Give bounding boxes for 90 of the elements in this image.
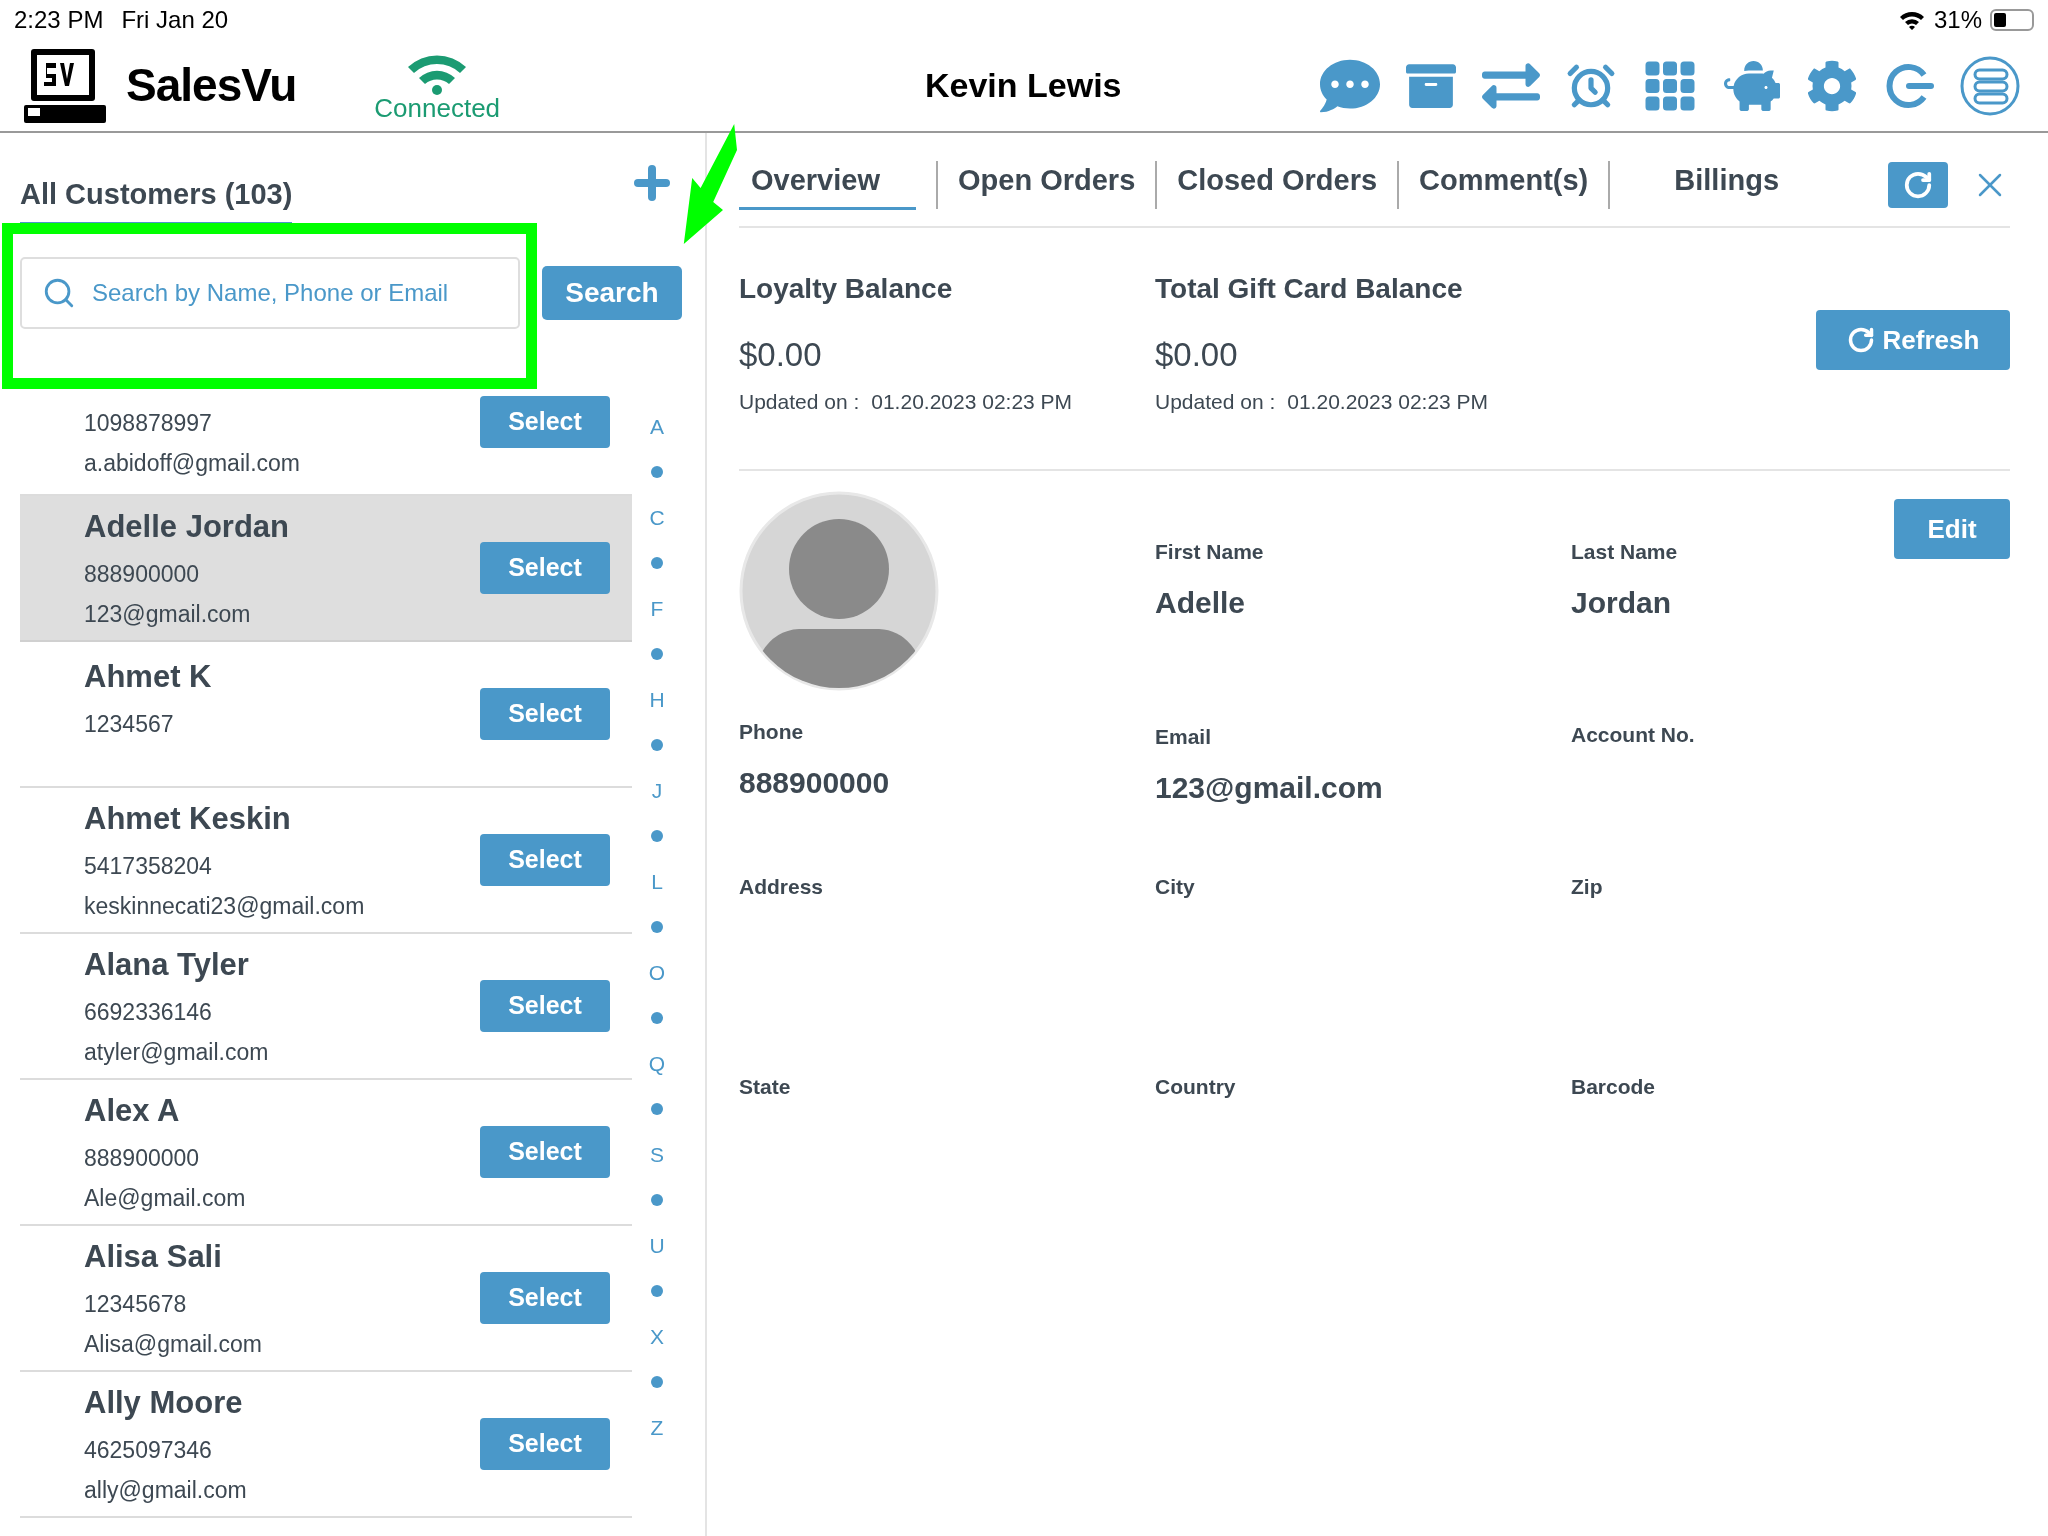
balance-label: Total Gift Card Balance [1155,272,1464,306]
index-letter[interactable]: C [649,507,665,528]
index-letter[interactable]: S [650,1144,664,1165]
detail-tab[interactable]: Overview [739,159,916,210]
field-value: Jordan [1571,584,1673,621]
avatar-icon [739,491,939,691]
select-button[interactable]: Select [480,396,610,448]
select-button[interactable]: Select [480,1272,610,1324]
connection-status: Connected [374,94,501,121]
detail-tab[interactable]: Billings [1674,159,1779,210]
index-letter[interactable]: U [649,1235,665,1256]
search-field[interactable]: Search by Name, Phone or Email [20,256,520,329]
customer-email: ally@gmail.com [84,1476,248,1506]
field-label: Phone [739,719,805,745]
balance-amount: $0.00 [1155,335,1239,375]
balance-amount: $0.00 [739,335,823,375]
customer-name: Alisa Sali [84,1238,223,1277]
updated-label: Updated on : [1155,388,1276,415]
balance-label: Loyalty Balance [739,272,954,306]
detail-tab[interactable]: Closed Orders [1177,159,1378,210]
brand-name: SalesVu [126,58,297,113]
field-label: Account No. [1571,722,1696,748]
customer-row[interactable]: Adelle Jordan 888900000 123@gmail.com Select [20,496,632,642]
battery-icon [1990,9,2034,31]
select-button[interactable]: Select [480,834,610,886]
field-label: First Name [1155,539,1265,565]
customer-email: a.abidoff@gmail.com [84,449,301,478]
field-value: 888900000 [739,764,891,801]
customer-name: Ahmet Keskin [84,800,292,839]
field-label: Zip [1571,874,1604,900]
field-label: Address [739,874,825,900]
field-label: Last Name [1571,539,1678,565]
battery-percent: 31% [1933,5,1982,35]
logo-icon [24,46,106,125]
index-letter[interactable]: Z [650,1417,664,1438]
refresh-icon [1846,326,1875,354]
customer-email: atyler@gmail.com [84,1038,270,1068]
customer-name: Ahmet K [84,658,213,696]
field-label: State [739,1074,792,1100]
field-label: Email [1155,724,1213,750]
edit-button[interactable]: Edit [1894,499,2010,559]
index-letter[interactable]: J [651,780,663,801]
customer-phone: 6692336146 [84,997,213,1027]
status-date: Fri Jan 20 [121,5,229,35]
index-letter[interactable]: A [650,416,664,437]
refresh-icon [1903,169,1933,200]
customer-email: 123@gmail.com [84,600,252,630]
customer-name: Alex A [84,1092,181,1131]
customer-phone: 4625097346 [84,1435,213,1465]
select-button[interactable]: Select [480,1126,610,1178]
customer-phone: 5417358204 [84,851,213,881]
index-letter[interactable]: Q [648,1053,666,1074]
field-value: 123@gmail.com [1155,769,1384,806]
detail-tab[interactable]: Open Orders [958,159,1136,210]
refresh-button[interactable]: Refresh [1816,310,2010,370]
user-name: Kevin Lewis [925,65,1122,106]
select-button[interactable]: Select [480,1418,610,1470]
customer-email: Alisa@gmail.com [84,1330,263,1360]
field-label: Barcode [1571,1074,1657,1100]
field-label: Country [1155,1074,1237,1100]
updated-label: Updated on : [739,388,860,415]
customer-phone: 888900000 [84,559,201,589]
customer-email: keskinnecati23@gmail.com [84,892,366,922]
customer-name: Adelle Jordan [84,508,290,547]
select-button[interactable]: Select [480,542,610,594]
all-customers-tab[interactable]: All Customers (103) [20,172,293,225]
customer-name: Alana Tyler [84,946,250,985]
updated-time: 01.20.2023 02:23 PM [871,388,1073,415]
reload-button[interactable] [1888,161,1948,208]
index-letter[interactable]: L [651,871,663,892]
menu-list-icon[interactable] [1960,55,2020,116]
customer-phone: 1098878997 [84,408,213,438]
customer-phone: 1234567 [84,709,175,739]
settings-icon[interactable] [1806,59,1858,112]
customer-phone: 888900000 [84,1143,201,1173]
select-button[interactable]: Select [480,688,610,740]
detail-tab[interactable]: Comment(s) [1419,159,1589,210]
customer-phone: 12345678 [84,1289,188,1319]
search-button[interactable]: Search [542,265,682,320]
index-letter[interactable]: O [648,962,666,983]
field-value: Adelle [1155,584,1247,621]
index-letter[interactable]: H [649,689,665,710]
customer-email: Ale@gmail.com [84,1184,247,1214]
updated-time: 01.20.2023 02:23 PM [1287,388,1489,415]
status-time: 2:23 PM [14,5,104,35]
field-label: City [1155,874,1196,900]
select-button[interactable]: Select [480,980,610,1032]
customer-name: Ally Moore [84,1384,244,1423]
index-letter[interactable]: F [650,598,664,619]
index-letter[interactable]: X [650,1326,664,1347]
